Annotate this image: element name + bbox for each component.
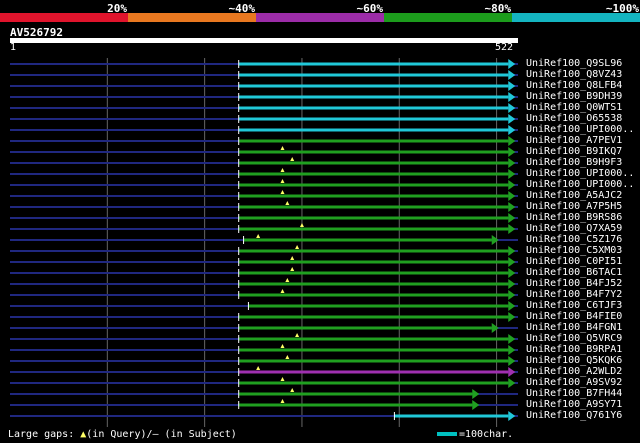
query-gap-marker-icon: [299, 223, 304, 227]
alignment-arrow-icon: [508, 125, 516, 135]
query-gap-marker-icon: [256, 366, 261, 370]
hit-label[interactable]: UniRef100_B4FJ52: [526, 278, 622, 289]
large-gaps-legend: Large gaps: ▲(in Query)/– (in Subject): [8, 429, 237, 440]
hit-label[interactable]: UniRef100_A7P5H5: [526, 201, 622, 212]
query-gap-marker-icon: [285, 201, 290, 205]
alignment-arrow-icon: [508, 411, 516, 421]
hit-label[interactable]: UniRef100_Q0WTS1: [526, 102, 622, 113]
large-gaps-prefix: Large gaps:: [8, 429, 81, 440]
query-gap-marker-icon: [280, 289, 285, 293]
hit-label[interactable]: UniRef100_UPI000..: [526, 124, 634, 135]
hit-label[interactable]: UniRef100_B7FH44: [526, 388, 622, 399]
query-gap-marker-icon: [290, 157, 295, 161]
alignment-arrow-icon: [508, 103, 516, 113]
hit-label[interactable]: UniRef100_UPI000..: [526, 179, 634, 190]
hit-label[interactable]: UniRef100_Q761Y6: [526, 410, 622, 421]
hit-label[interactable]: UniRef100_A7PEV1: [526, 135, 622, 146]
hit-label[interactable]: UniRef100_O65538: [526, 113, 622, 124]
hit-label[interactable]: UniRef100_B9RS86: [526, 212, 622, 223]
hit-label[interactable]: UniRef100_A9SY71: [526, 399, 622, 410]
query-gap-marker-icon: [256, 234, 261, 238]
hit-label[interactable]: UniRef100_B9DH39: [526, 91, 622, 102]
alignment-arrow-icon: [472, 400, 480, 410]
alignment-arrow-icon: [508, 268, 516, 278]
query-gap-marker-icon: [280, 146, 285, 150]
alignment-arrow-icon: [508, 224, 516, 234]
alignment-arrow-icon: [508, 312, 516, 322]
hit-label[interactable]: UniRef100_Q7XA59: [526, 223, 622, 234]
query-gap-marker-icon: [280, 344, 285, 348]
alignment-arrow-icon: [491, 235, 499, 245]
hit-label[interactable]: UniRef100_A2WLD2: [526, 366, 622, 377]
hit-label[interactable]: UniRef100_Q9SL96: [526, 58, 622, 69]
hit-label[interactable]: UniRef100_A9SV92: [526, 377, 622, 388]
query-gap-marker-icon: [295, 333, 300, 337]
hit-label[interactable]: UniRef100_C5XM03: [526, 245, 622, 256]
hit-label[interactable]: UniRef100_Q5VRC9: [526, 333, 622, 344]
hit-label[interactable]: UniRef100_B9H9F3: [526, 157, 622, 168]
hit-label[interactable]: UniRef100_B6TAC1: [526, 267, 622, 278]
query-gap-marker-icon: [290, 256, 295, 260]
hit-label[interactable]: UniRef100_B4FGN1: [526, 322, 622, 333]
hit-label[interactable]: UniRef100_B4F7Y2: [526, 289, 622, 300]
alignment-arrow-icon: [508, 92, 516, 102]
hit-label[interactable]: UniRef100_B4FIE0: [526, 311, 622, 322]
alignment-arrow-icon: [508, 180, 516, 190]
alignment-arrow-icon: [508, 59, 516, 69]
alignment-arrow-icon: [508, 114, 516, 124]
large-gaps-text: (in Query)/– (in Subject): [86, 429, 237, 440]
query-gap-marker-icon: [280, 377, 285, 381]
query-gap-marker-icon: [280, 399, 285, 403]
alignment-arrow-icon: [508, 136, 516, 146]
scale-text: =100char.: [459, 429, 514, 440]
hit-label[interactable]: UniRef100_C5Z176: [526, 234, 622, 245]
alignment-arrow-icon: [508, 334, 516, 344]
hit-label[interactable]: UniRef100_UPI000..: [526, 168, 634, 179]
alignment-arrow-icon: [508, 202, 516, 212]
alignment-arrow-icon: [508, 213, 516, 223]
hit-label[interactable]: UniRef100_B9RPA1: [526, 344, 622, 355]
alignment-arrow-icon: [508, 147, 516, 157]
alignment-arrow-icon: [508, 279, 516, 289]
alignment-arrow-icon: [508, 301, 516, 311]
alignment-arrow-icon: [508, 356, 516, 366]
hit-label[interactable]: UniRef100_Q5KQK6: [526, 355, 622, 366]
query-gap-marker-icon: [290, 388, 295, 392]
alignment-arrow-icon: [508, 290, 516, 300]
alignment-arrow-icon: [508, 70, 516, 80]
query-gap-marker-icon: [280, 190, 285, 194]
alignment-arrow-icon: [508, 367, 516, 377]
alignment-arrow-icon: [508, 158, 516, 168]
query-gap-marker-icon: [295, 245, 300, 249]
alignment-arrow-icon: [491, 323, 499, 333]
hit-label[interactable]: UniRef100_B9IKQ7: [526, 146, 622, 157]
query-gap-marker-icon: [280, 179, 285, 183]
alignment-arrow-icon: [508, 169, 516, 179]
alignment-arrow-icon: [508, 257, 516, 267]
hit-label[interactable]: UniRef100_Q8LFB4: [526, 80, 622, 91]
alignment-arrow-icon: [508, 246, 516, 256]
scale-bar-icon: [437, 432, 457, 436]
hit-label[interactable]: UniRef100_A5AJC2: [526, 190, 622, 201]
hit-label[interactable]: UniRef100_Q8VZ43: [526, 69, 622, 80]
query-gap-marker-icon: [285, 278, 290, 282]
alignment-arrow-icon: [472, 389, 480, 399]
scale-legend: =100char.: [437, 429, 513, 440]
alignment-arrow-icon: [508, 345, 516, 355]
query-gap-marker-icon: [290, 267, 295, 271]
alignment-arrow-icon: [508, 191, 516, 201]
query-gap-marker-icon: [280, 168, 285, 172]
hit-label[interactable]: UniRef100_C6TJF3: [526, 300, 622, 311]
query-gap-marker-icon: [285, 355, 290, 359]
alignment-arrow-icon: [508, 378, 516, 388]
alignment-arrow-icon: [508, 81, 516, 91]
hit-label[interactable]: UniRef100_C0PI51: [526, 256, 622, 267]
